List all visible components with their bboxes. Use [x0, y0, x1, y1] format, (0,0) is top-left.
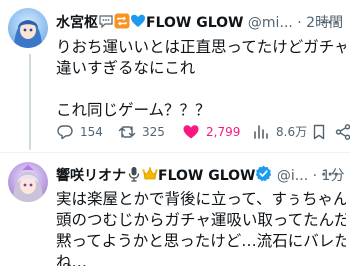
blue-heart-icon	[130, 13, 146, 35]
view-count: 8.6万	[276, 125, 308, 139]
avatar[interactable]	[8, 8, 48, 48]
views-button[interactable]: 8.6万	[252, 122, 307, 142]
reply-icon	[56, 123, 74, 141]
avatar-image	[8, 8, 48, 48]
repeat-icon	[114, 13, 130, 35]
share-button[interactable]	[334, 122, 350, 142]
reply-count: 154	[80, 125, 103, 139]
share-icon	[334, 123, 350, 141]
reply-button[interactable]: 154	[56, 122, 103, 142]
handle[interactable]: @mi...	[248, 15, 293, 31]
tweet-text-line: 頭のつむじからガチャ運吸い取ってたんだ…	[56, 211, 346, 229]
handle[interactable]: @i...	[277, 168, 308, 184]
speech-bubble-icon	[98, 13, 114, 35]
more-options-button[interactable]: ···	[321, 165, 340, 185]
like-button[interactable]: 2,799	[182, 122, 240, 142]
tweet-2-text: 実は楽屋とかで背後に立って、すぅちゃんの 頭のつむじからガチャ運吸い取ってたんだ…	[56, 189, 346, 266]
crown-icon	[142, 166, 158, 188]
display-name-badge: FLOW GLOW	[146, 15, 244, 31]
display-name-badge: FLOW GLOW	[158, 168, 256, 184]
tweet-1-header: 水宮枢 FLOW GLOW @mi... · 2時間 ···	[56, 13, 346, 33]
tweet-1-text: りおち運いいとは正直思ってたけどガチャが 違いすぎるなにこれ これ同じゲーム？？…	[56, 37, 346, 121]
heart-filled-icon	[182, 123, 200, 141]
tweet-text-line: りおち運いいとは正直思ってたけどガチャが	[56, 38, 346, 56]
like-count: 2,799	[206, 125, 241, 139]
verified-badge-icon[interactable]	[255, 165, 272, 188]
tweet-text-line: 違いすぎるなにこれ	[56, 59, 196, 77]
tweet-text-line: ね…	[56, 253, 88, 266]
retweet-icon	[118, 123, 136, 141]
retweet-button[interactable]: 325	[118, 122, 165, 142]
views-bar-chart-icon	[252, 123, 270, 141]
avatar-image	[8, 162, 48, 202]
tweet-1-actions: 154 325 2,799 8.6万	[56, 120, 350, 144]
thread-line	[29, 54, 31, 150]
tweet-text-line: 黙ってようかと思ったけど…流石にバレたよ	[56, 232, 346, 250]
more-options-button[interactable]: ···	[321, 13, 340, 33]
display-name[interactable]: 水宮枢	[56, 15, 98, 31]
avatar[interactable]	[8, 162, 48, 202]
bookmark-icon	[310, 123, 328, 141]
retweet-count: 325	[142, 125, 165, 139]
bookmark-button[interactable]	[310, 122, 328, 142]
tweet-2-header: 響咲リオナ FLOW GLOW @i... · 1分 ···	[56, 165, 346, 185]
tweet-text-line: これ同じゲーム？？？	[56, 101, 211, 119]
tweet-text-line: 実は楽屋とかで背後に立って、すぅちゃんの	[56, 190, 346, 208]
display-name[interactable]: 響咲リオナ	[56, 168, 126, 184]
microphone-icon	[126, 166, 142, 188]
